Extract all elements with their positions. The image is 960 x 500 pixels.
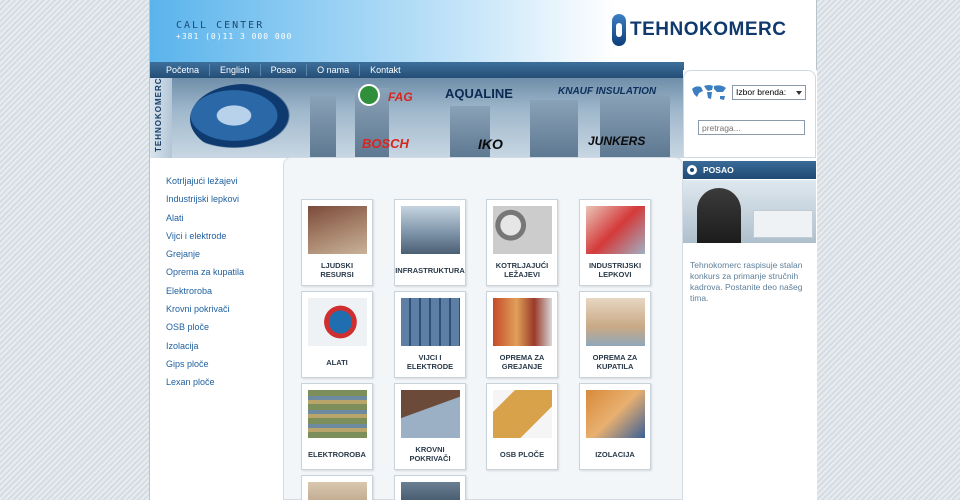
brand-banner: TEHNOKOMERC FAG AQUALINE KNAUF INSULATIO…: [150, 78, 684, 158]
tile-label: ALATI: [326, 357, 348, 367]
banner-side-text: TEHNOKOMERC: [154, 78, 163, 152]
menu-item-alati[interactable]: Alati: [166, 212, 244, 230]
call-center: CALL CENTER +381 (0)11 3 000 000: [176, 20, 292, 41]
tile-label: IZOLACIJA: [595, 449, 635, 459]
posao-header[interactable]: POSAO: [683, 161, 816, 179]
world-map-icon: [692, 85, 726, 100]
menu-item-krovni-pokrivaci[interactable]: Krovni pokrivači: [166, 303, 244, 321]
tile-oprema-za-grejanje[interactable]: OPREMA ZA GREJANJE: [486, 291, 558, 378]
posao-title: POSAO: [703, 165, 734, 175]
tile-label: KROVNI POKRIVAČI: [409, 445, 451, 463]
brand-select-value: Izbor brenda:: [736, 87, 787, 97]
osb-image: [493, 390, 552, 438]
menu-item-osb-ploce[interactable]: OSB ploče: [166, 321, 244, 339]
tile-label: VIJCI I ELEKTRODE: [406, 353, 454, 371]
tile-label: KOTRLJAJUĆI LEŽAJEVI: [495, 261, 549, 279]
menu-item-industrijski-lepkovi[interactable]: Industrijski lepkovi: [166, 193, 244, 211]
banner-logo-swirl-icon: [190, 84, 300, 154]
right-sidebar: Izbor brenda: POSAO Tehnokomerc raspisuj…: [683, 70, 817, 500]
banner-building: [530, 100, 578, 158]
businesswoman-figure: [697, 188, 741, 243]
nav-item-kontakt[interactable]: Kontakt: [360, 64, 411, 76]
building-image: [401, 206, 460, 254]
brand-bosch[interactable]: BOSCH: [362, 136, 409, 151]
insulation-image: [586, 390, 645, 438]
menu-item-elektroroba[interactable]: Elektroroba: [166, 285, 244, 303]
main-nav: Početna English Posao O nama Kontakt: [150, 62, 684, 78]
tile-infrastruktura[interactable]: INFRASTRUKTURA: [394, 199, 466, 286]
menu-item-kotrljajuci-lezajevi[interactable]: Kotrljajući ležajevi: [166, 175, 244, 193]
brand-search-box: Izbor brenda:: [683, 70, 816, 158]
brand-junkers[interactable]: JUNKERS: [588, 134, 645, 148]
tile-kotrljajuci-lezajevi[interactable]: KOTRLJAJUĆI LEŽAJEVI: [486, 199, 558, 286]
nav-item-english[interactable]: English: [210, 64, 261, 76]
nav-item-o-nama[interactable]: O nama: [307, 64, 361, 76]
tile-label: INDUSTRIJSKI LEPKOVI: [588, 261, 642, 279]
category-grid: LJUDSKI RESURSI INFRASTRUKTURA KOTRLJAJU…: [283, 157, 683, 500]
people-meeting-image: [308, 206, 367, 254]
tile-lexan-ploce[interactable]: [394, 475, 466, 500]
left-category-menu: Kotrljajući ležajevi Industrijski lepkov…: [166, 175, 244, 395]
tile-alati[interactable]: ALATI: [301, 291, 373, 378]
nav-item-pocetna[interactable]: Početna: [156, 64, 211, 76]
laptop-figure: [753, 210, 813, 238]
menu-item-gips-ploce[interactable]: Gips ploče: [166, 358, 244, 376]
drill-image: [308, 298, 367, 346]
tile-osb-ploce[interactable]: OSB PLOČE: [486, 383, 558, 470]
tile-label: INFRASTRUKTURA: [395, 265, 465, 275]
posao-description: Tehnokomerc raspisuje stalan konkurs za …: [690, 260, 803, 303]
electrical-image: [308, 390, 367, 438]
glue-image: [586, 206, 645, 254]
call-center-phone: +381 (0)11 3 000 000: [176, 32, 293, 41]
nav-item-posao[interactable]: Posao: [261, 64, 308, 76]
tile-label: OSB PLOČE: [499, 449, 545, 459]
screws-image: [401, 298, 460, 346]
menu-item-izolacija[interactable]: Izolacija: [166, 340, 244, 358]
fag-emblem-icon: [358, 84, 380, 106]
brand-iko[interactable]: IKO: [478, 136, 503, 152]
tile-label: LJUDSKI RESURSI: [320, 261, 354, 279]
bullet-icon: [687, 165, 697, 175]
brand-fag[interactable]: FAG: [388, 90, 413, 104]
tile-label: OPREMA ZA KUPATILA: [592, 353, 638, 371]
tile-gips-ploce[interactable]: [301, 475, 373, 500]
gips-image: [308, 482, 367, 500]
posao-image[interactable]: [683, 180, 816, 243]
menu-item-grejanje[interactable]: Grejanje: [166, 248, 244, 266]
tile-label: ELEKTROROBA: [308, 449, 366, 459]
call-center-title: CALL CENTER: [176, 20, 265, 31]
tile-krovni-pokrivaci[interactable]: KROVNI POKRIVAČI: [394, 383, 466, 470]
lexan-image: [401, 482, 460, 500]
tile-vijci-i-elektrode[interactable]: VIJCI I ELEKTRODE: [394, 291, 466, 378]
header: CALL CENTER +381 (0)11 3 000 000 TEHNOKO…: [150, 0, 816, 62]
page: CALL CENTER +381 (0)11 3 000 000 TEHNOKO…: [149, 0, 817, 500]
tile-izolacija[interactable]: IZOLACIJA: [579, 383, 651, 470]
menu-item-oprema-za-kupatila[interactable]: Oprema za kupatila: [166, 266, 244, 284]
heating-image: [493, 298, 552, 346]
logo-text: TEHNOKOMERC: [630, 19, 787, 40]
logo[interactable]: TEHNOKOMERC: [612, 14, 786, 46]
tile-industrijski-lepkovi[interactable]: INDUSTRIJSKI LEPKOVI: [579, 199, 651, 286]
logo-mark-icon: [612, 14, 626, 46]
banner-building: [600, 94, 670, 158]
menu-item-vijci-i-elektrode[interactable]: Vijci i elektrode: [166, 230, 244, 248]
tile-oprema-za-kupatila[interactable]: OPREMA ZA KUPATILA: [579, 291, 651, 378]
brand-aqualine[interactable]: AQUALINE: [445, 86, 513, 101]
roof-image: [401, 390, 460, 438]
tile-elektroroba[interactable]: ELEKTROROBA: [301, 383, 373, 470]
bearings-image: [493, 206, 552, 254]
bathroom-image: [586, 298, 645, 346]
search-input[interactable]: [698, 120, 805, 135]
brand-select[interactable]: Izbor brenda:: [732, 85, 806, 100]
banner-building: [310, 96, 336, 158]
banner-side-strip: TEHNOKOMERC: [150, 78, 172, 158]
tile-label: OPREMA ZA GREJANJE: [499, 353, 545, 371]
menu-item-lexan-ploce[interactable]: Lexan ploče: [166, 376, 244, 394]
brand-knauf[interactable]: KNAUF INSULATION: [558, 86, 656, 97]
chevron-down-icon: [796, 91, 802, 95]
tile-ljudski-resursi[interactable]: LJUDSKI RESURSI: [301, 199, 373, 286]
